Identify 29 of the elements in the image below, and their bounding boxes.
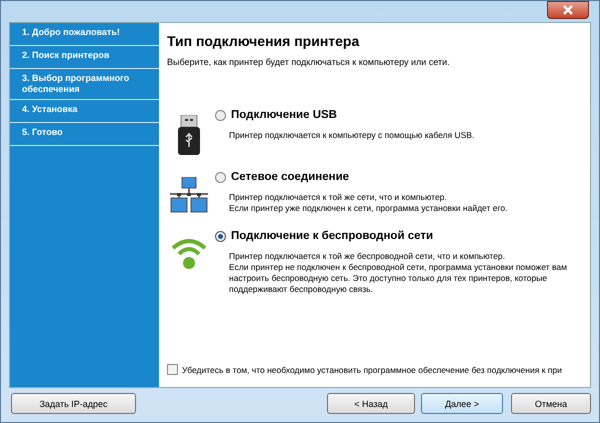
close-icon — [562, 5, 574, 15]
back-button[interactable]: < Назад — [327, 393, 415, 414]
option-description: Если принтер не подключен к беспроводной сети, программа установки поможет вам настроить беспроводную сеть. Это доступно только для тех принтеров, которые поддерживают беспроводную связь. — [229, 262, 568, 295]
option-description: Принтер подключается к компьютеру с помощью кабеля USB. — [229, 130, 476, 141]
step-item: 1. Добро пожаловать! — [10, 23, 159, 46]
step-item: 4. Установка — [10, 100, 159, 123]
checkbox[interactable] — [167, 364, 178, 375]
close-button[interactable] — [547, 1, 589, 19]
network-icon — [169, 177, 209, 213]
radio-button[interactable] — [215, 172, 226, 182]
option-description: Принтер подключается к той же сети, что и компьютер. — [229, 192, 448, 203]
step-item: 3. Выбор программного обеспечения — [10, 69, 159, 100]
radio-button[interactable] — [215, 110, 226, 120]
intro-text: Выберите, как принтер будет подключаться к компьютеру или сети. — [167, 57, 451, 67]
page-heading: Тип подключения принтера — [167, 33, 360, 49]
option-label: Сетевое соединение — [231, 171, 350, 183]
usb-plug-icon — [178, 115, 200, 155]
option-description: Принтер подключается к той же беспроводной сети, что и компьютер. — [229, 251, 506, 262]
set-ip-button[interactable]: Задать IP-адрес — [11, 393, 136, 414]
option-label: Подключение USB — [231, 109, 337, 121]
checkbox-label: Убедитесь в том, что необходимо установить программное обеспечение без подключения к при — [182, 364, 562, 374]
next-button[interactable]: Далее > — [421, 393, 503, 414]
step-item: 2. Поиск принтеров — [10, 46, 159, 69]
option-label: Подключение к беспроводной сети — [231, 230, 434, 242]
wifi-icon — [171, 236, 207, 270]
radio-button[interactable] — [215, 230, 226, 242]
step-item: 5. Готово — [10, 123, 159, 146]
cancel-button[interactable]: Отмена — [511, 393, 591, 414]
option-description: Если принтер уже подключен к сети, программа установки найдет его. — [229, 203, 508, 214]
